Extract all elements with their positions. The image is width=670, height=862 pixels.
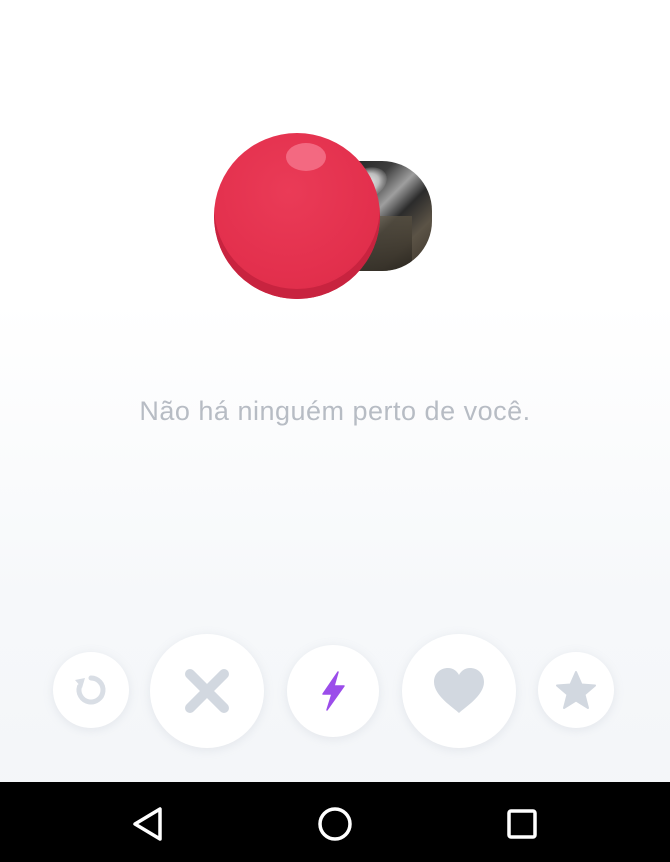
discovery-radar: [214, 133, 436, 303]
rewind-button[interactable]: [53, 652, 129, 728]
super-like-button[interactable]: [538, 652, 614, 728]
star-icon: [556, 671, 596, 709]
boost-button[interactable]: [287, 645, 379, 737]
app-screen: Não há ninguém perto de você.: [0, 0, 670, 782]
recents-square-icon: [507, 809, 537, 839]
empty-state-message: Não há ninguém perto de você.: [139, 396, 531, 426]
action-bar: [0, 630, 670, 750]
rewind-icon: [75, 675, 106, 705]
back-button[interactable]: [126, 802, 170, 846]
recents-button[interactable]: [500, 802, 544, 846]
radar-pulse-circle: [214, 133, 380, 299]
lightning-icon: [322, 671, 345, 711]
close-icon: [185, 669, 229, 713]
home-circle-icon: [318, 807, 352, 841]
nope-button[interactable]: [150, 634, 264, 748]
heart-icon: [434, 668, 484, 713]
radar-highlight: [286, 143, 326, 171]
back-triangle-icon: [133, 807, 162, 841]
system-navigation-bar: [0, 782, 670, 862]
home-button[interactable]: [313, 802, 357, 846]
like-button[interactable]: [402, 634, 516, 748]
